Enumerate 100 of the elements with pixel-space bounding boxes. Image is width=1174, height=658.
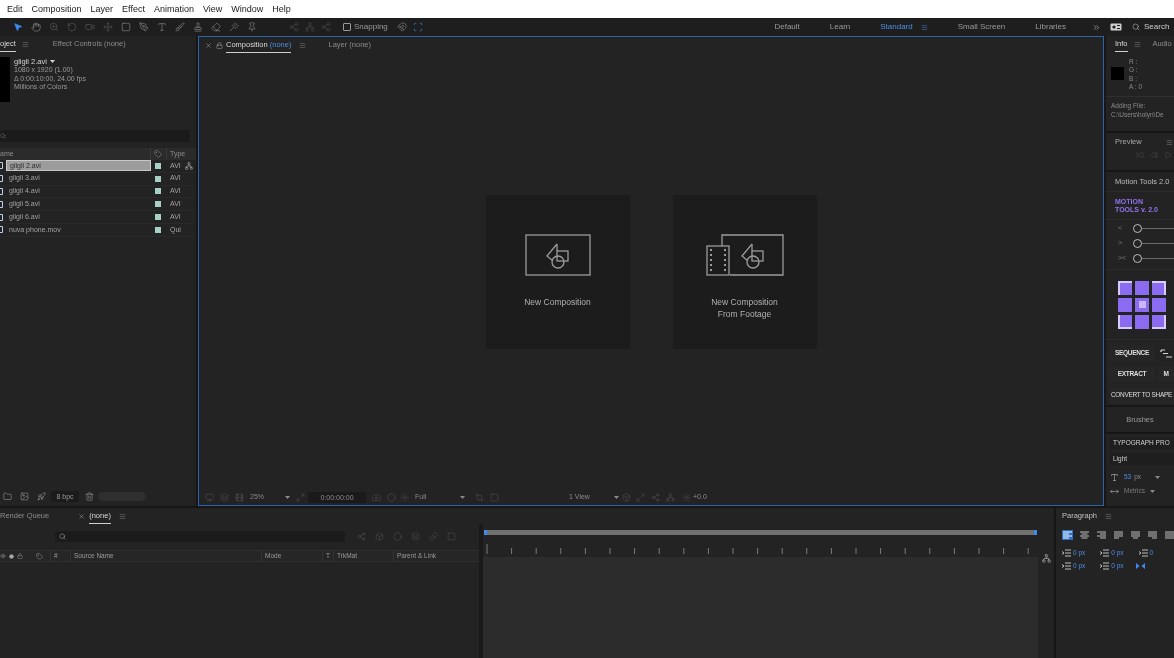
rectangle-icon[interactable] <box>121 22 131 32</box>
menu-item[interactable]: Effect <box>122 4 145 14</box>
label-swatch[interactable] <box>155 175 161 182</box>
layers-icon[interactable] <box>220 493 229 502</box>
dot-icon[interactable] <box>9 553 14 559</box>
anchor-point-button[interactable] <box>1118 314 1132 329</box>
label-swatch[interactable] <box>155 214 161 221</box>
flowchart-icon[interactable] <box>185 161 193 170</box>
align-icon[interactable] <box>1147 530 1158 540</box>
new-composition-card[interactable]: New Composition <box>485 194 630 349</box>
caret-icon[interactable] <box>285 496 290 499</box>
scan-icon[interactable] <box>412 22 423 32</box>
menu-item[interactable]: Edit <box>7 4 23 14</box>
panel-icon[interactable] <box>1110 23 1122 31</box>
lock-icon[interactable] <box>216 41 223 49</box>
caret-icon[interactable] <box>460 496 465 499</box>
caret-icon[interactable] <box>49 60 55 63</box>
rotate-icon[interactable] <box>67 22 77 32</box>
slider-thumb[interactable] <box>1133 254 1142 263</box>
text-tool-icon[interactable] <box>157 22 167 32</box>
align-icon[interactable] <box>1130 530 1141 540</box>
menu-item[interactable]: Window <box>231 4 264 14</box>
pen-icon[interactable] <box>139 22 149 32</box>
text-icon[interactable] <box>1110 472 1119 482</box>
panel-menu-icon[interactable] <box>1105 512 1113 520</box>
anchor-point-button[interactable] <box>1135 297 1149 312</box>
stamp-icon[interactable] <box>193 22 203 32</box>
nodes-icon[interactable] <box>357 531 366 541</box>
magnet-icon[interactable] <box>396 22 407 32</box>
brush-icon[interactable] <box>175 22 185 32</box>
search-field[interactable]: Search <box>1144 21 1174 33</box>
new-composition-from-footage-card[interactable]: New Composition From Footage <box>672 194 817 349</box>
align-icon[interactable] <box>1079 530 1090 540</box>
panel-menu-icon[interactable] <box>1133 40 1141 48</box>
label-swatch[interactable] <box>155 201 161 208</box>
caret-icon[interactable] <box>1155 475 1161 479</box>
label-swatch[interactable] <box>155 188 161 195</box>
flowchart-icon[interactable] <box>1041 554 1051 563</box>
inward-triangles-icon[interactable] <box>1135 562 1145 570</box>
workspace-tab[interactable]: Standard <box>880 21 913 33</box>
nodes-icon[interactable] <box>321 22 331 32</box>
slider-thumb[interactable] <box>1133 239 1142 248</box>
trash-icon[interactable] <box>85 492 94 501</box>
lock-icon[interactable] <box>17 553 23 559</box>
close-icon[interactable] <box>78 512 86 520</box>
anchor-point-button[interactable] <box>1152 280 1166 295</box>
double-chevron-icon[interactable] <box>1092 22 1101 32</box>
slider-thumb[interactable] <box>1133 224 1142 233</box>
workspace-tab[interactable]: Libraries <box>1035 21 1066 33</box>
tag-icon[interactable] <box>36 552 43 560</box>
workspace-tab[interactable]: Default <box>774 21 800 33</box>
slider-track[interactable] <box>1133 239 1174 248</box>
menu-item[interactable]: Help <box>272 4 291 14</box>
workspace-menu-icon[interactable] <box>920 23 928 31</box>
cube-icon[interactable] <box>622 493 631 502</box>
align-icon[interactable] <box>1062 530 1073 540</box>
monitor-icon[interactable] <box>205 493 214 502</box>
label-swatch[interactable] <box>155 226 161 233</box>
image-icon[interactable] <box>20 492 29 501</box>
folder-icon[interactable] <box>3 492 12 501</box>
panel-menu-icon[interactable] <box>299 41 307 49</box>
menu-item[interactable]: View <box>202 4 223 14</box>
panel-menu-icon[interactable] <box>118 512 126 520</box>
nodes-icon[interactable] <box>289 22 299 32</box>
menu-item[interactable]: Animation <box>153 4 194 14</box>
menu-item[interactable]: Layer <box>90 4 114 14</box>
hand-icon[interactable] <box>31 22 41 32</box>
panel-menu-icon[interactable] <box>1165 138 1173 146</box>
align-icon[interactable] <box>1113 530 1124 540</box>
slider-track[interactable] <box>1133 254 1174 263</box>
eye-icon[interactable] <box>0 553 6 559</box>
pin-icon[interactable] <box>247 22 257 32</box>
crop-icon[interactable] <box>475 493 484 502</box>
camera-icon[interactable] <box>372 493 381 502</box>
move-icon[interactable] <box>103 22 113 32</box>
align-icon[interactable] <box>1096 530 1107 540</box>
align-icon[interactable] <box>1164 530 1174 540</box>
slider-track[interactable] <box>1133 224 1174 233</box>
workspace-tab[interactable]: Learn <box>829 21 851 33</box>
video-camera-icon[interactable] <box>85 22 95 32</box>
nodes-icon[interactable] <box>651 493 660 502</box>
anchor-point-button[interactable] <box>1118 280 1132 295</box>
horizontal-arrows-icon[interactable] <box>1110 486 1119 496</box>
snapping-checkbox[interactable] <box>343 23 351 31</box>
caret-icon[interactable] <box>614 496 619 499</box>
label-swatch[interactable] <box>155 162 161 169</box>
selection-tool-icon[interactable] <box>13 22 23 32</box>
wand-icon[interactable] <box>229 22 239 32</box>
search-field[interactable] <box>0 130 190 142</box>
zoom-icon[interactable] <box>49 22 59 32</box>
search-icon[interactable] <box>1132 23 1140 31</box>
close-icon[interactable] <box>205 41 212 49</box>
steps-icon[interactable] <box>1160 348 1172 358</box>
search-field[interactable] <box>55 530 345 542</box>
rocket-icon[interactable] <box>37 492 46 501</box>
film-icon[interactable] <box>235 493 244 502</box>
expand-icon[interactable] <box>296 493 305 502</box>
cube-icon[interactable] <box>375 531 384 541</box>
panel-menu-icon[interactable] <box>21 40 29 48</box>
menu-item[interactable]: Composition <box>31 4 82 14</box>
